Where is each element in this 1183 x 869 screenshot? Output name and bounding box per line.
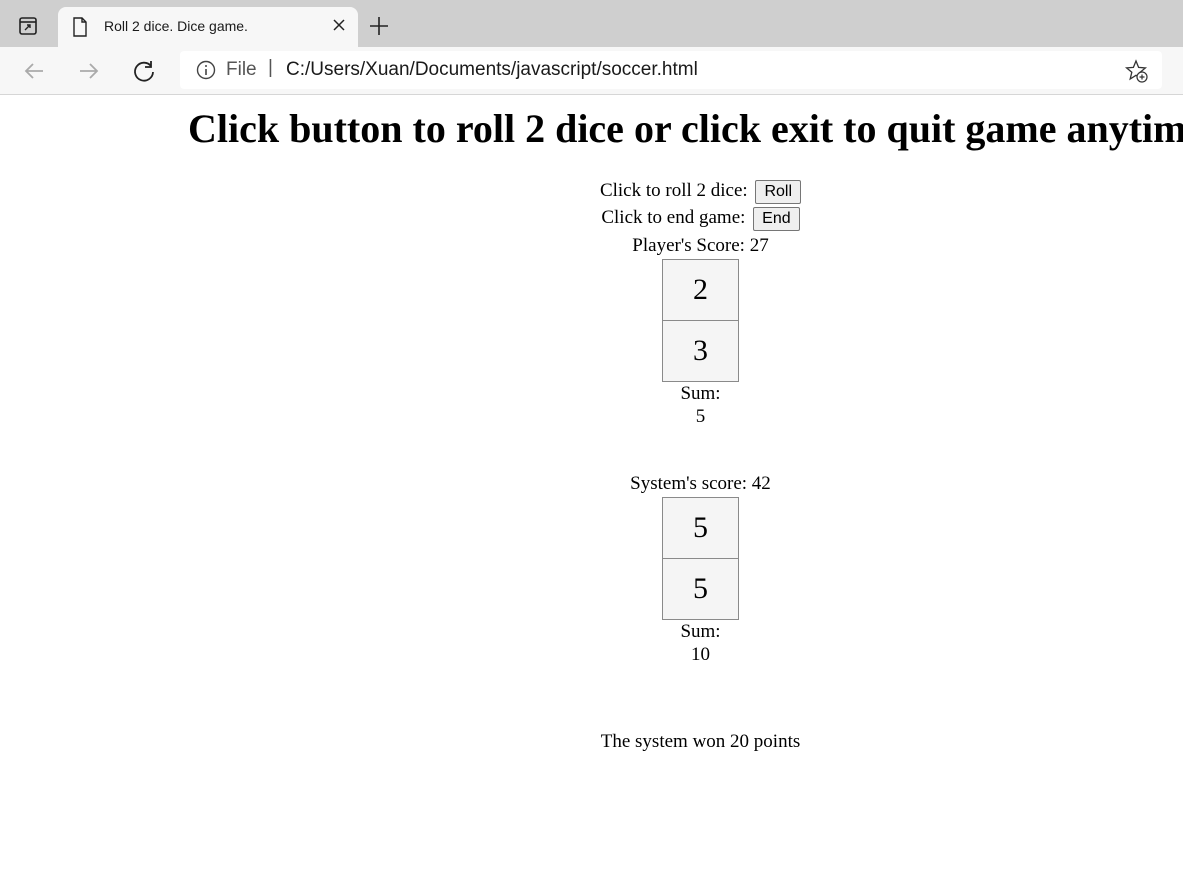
page-content: Click button to roll 2 dice or click exi… (0, 95, 1183, 869)
player-die-1: 2 (662, 259, 739, 321)
end-row: Click to end game: End (0, 204, 1183, 231)
controls-section: Click to roll 2 dice: Roll Click to end … (0, 177, 1183, 231)
tab-title: Roll 2 dice. Dice game. (104, 18, 248, 34)
page-icon (73, 17, 87, 37)
system-section: System's score: 42 5 5 Sum: 10 (0, 470, 1183, 666)
player-sum-value: 5 (695, 406, 706, 427)
tab-bar: Roll 2 dice. Dice game. (0, 0, 1183, 47)
player-section: Player's Score: 27 2 3 Sum: 5 (0, 232, 1183, 428)
info-icon[interactable] (196, 60, 216, 80)
back-icon[interactable] (21, 58, 47, 84)
address-scheme: File (226, 59, 257, 80)
refresh-icon[interactable] (131, 58, 157, 84)
forward-icon[interactable] (76, 58, 102, 84)
address-separator: | (268, 57, 273, 78)
roll-prompt: Click to roll 2 dice: (599, 180, 748, 201)
end-prompt: Click to end game: (601, 207, 746, 228)
favorite-add-icon[interactable] (1124, 59, 1148, 83)
browser-toolbar: File | C:/Users/Xuan/Documents/javascrip… (0, 47, 1183, 95)
player-sum-label: Sum: (680, 383, 721, 404)
player-score: Player's Score: 27 (632, 235, 769, 256)
system-sum-label: Sum: (680, 621, 721, 642)
roll-row: Click to roll 2 dice: Roll (0, 177, 1183, 204)
system-die-2: 5 (662, 559, 739, 620)
player-die-2: 3 (662, 321, 739, 382)
result-message: The system won 20 points (600, 731, 801, 752)
page-heading: Click button to roll 2 dice or click exi… (188, 106, 1183, 151)
tab-actions-button[interactable] (8, 8, 48, 44)
address-bar[interactable]: File | C:/Users/Xuan/Documents/javascrip… (180, 51, 1162, 89)
browser-tab[interactable]: Roll 2 dice. Dice game. (58, 7, 358, 47)
system-sum-value: 10 (691, 644, 710, 665)
address-url[interactable]: C:/Users/Xuan/Documents/javascript/socce… (286, 59, 698, 81)
roll-button[interactable]: Roll (755, 179, 802, 204)
system-score: System's score: 42 (630, 473, 771, 494)
close-icon[interactable] (332, 18, 346, 32)
system-die-1: 5 (662, 497, 739, 559)
end-button[interactable]: End (753, 206, 800, 231)
plus-icon[interactable] (368, 15, 390, 37)
result-section: The system won 20 points (0, 728, 1183, 755)
tab-actions-icon (19, 17, 37, 35)
